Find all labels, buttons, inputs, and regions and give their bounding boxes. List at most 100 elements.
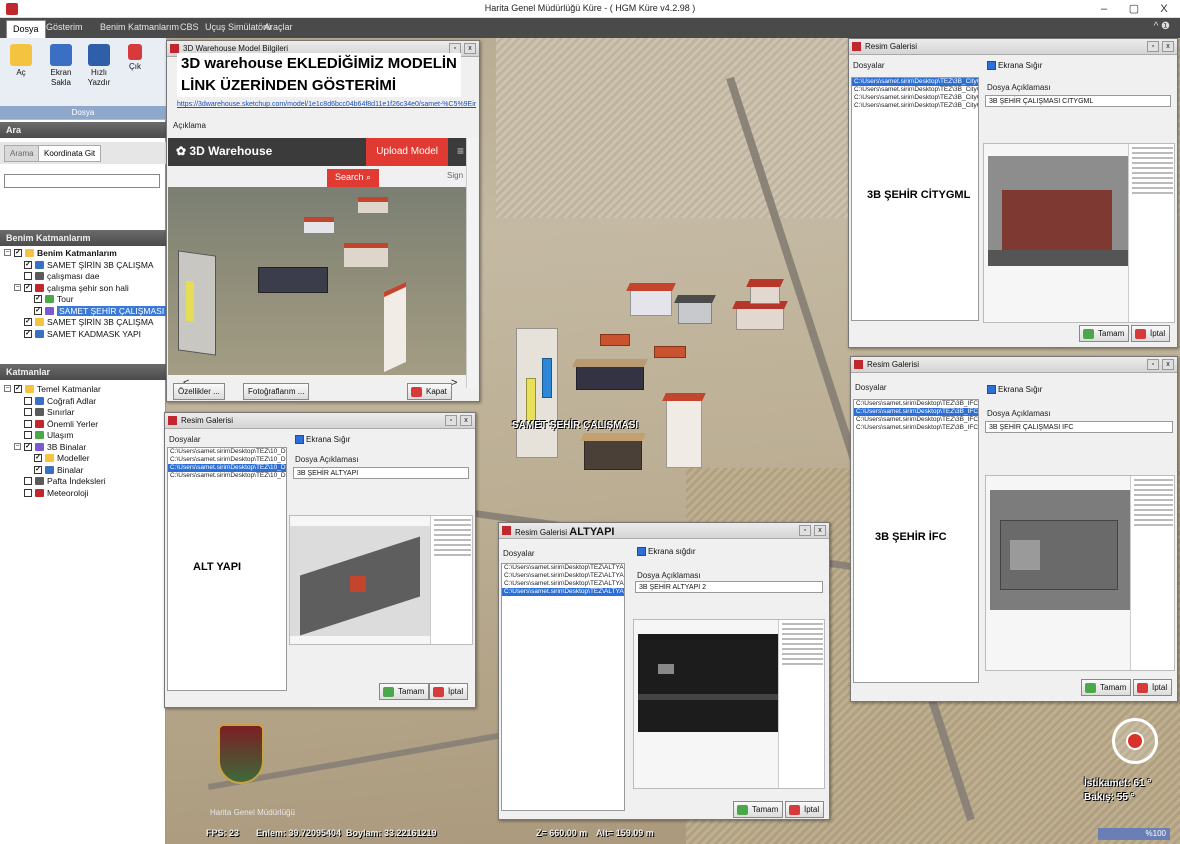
list-item[interactable]: C:\Users\samet.sirin\Desktop\TEZ\ALTYAPI…	[502, 580, 624, 588]
layer-checkbox[interactable]: ✓	[24, 318, 32, 326]
tree-item[interactable]: − ✓ Temel Katmanlar	[0, 384, 166, 396]
list-item[interactable]: C:\Users\samet.sirin\Desktop\TEZ\10_DEM3…	[168, 464, 286, 472]
list-item[interactable]: C:\Users\samet.sirin\Desktop\TEZ\3B_City…	[852, 86, 978, 94]
fit-to-screen-checkbox[interactable]: Ekrana sığdır	[637, 547, 696, 557]
layer-checkbox[interactable]: ✓	[24, 329, 32, 338]
layer-checkbox[interactable]: ✓	[24, 283, 32, 292]
fit-to-screen-checkbox[interactable]: Ekrana Sığır	[295, 435, 350, 445]
upload-model-button[interactable]: Upload Model	[366, 138, 448, 166]
layer-checkbox[interactable]	[24, 272, 32, 280]
tree-item[interactable]: ✓ Binalar	[0, 465, 166, 477]
ok-button[interactable]: Tamam	[1079, 325, 1130, 342]
dialog-close-button[interactable]: x	[460, 415, 472, 426]
layer-checkbox[interactable]: ✓	[24, 260, 32, 269]
layer-checkbox[interactable]	[24, 477, 32, 485]
model-preview[interactable]	[168, 187, 466, 375]
tree-item[interactable]: − ✓ Benim Katmanlarım	[0, 248, 166, 260]
cancel-button[interactable]: İptal	[429, 683, 469, 700]
next-arrow[interactable]: >	[451, 377, 457, 389]
warehouse-search-button[interactable]: Search ⌕	[327, 169, 380, 187]
layer-checkbox[interactable]: ✓	[14, 249, 22, 257]
list-item[interactable]: C:\Users\samet.sirin\Desktop\TEZ\10_DEM_…	[168, 448, 286, 456]
fit-to-screen-checkbox[interactable]: Ekrana Sığır	[987, 61, 1042, 71]
tree-item[interactable]: ✓ SAMET ŞİRİN 3B ÇALIŞMA	[0, 317, 166, 329]
tree-item[interactable]: ✓ Modeller	[0, 453, 166, 465]
dialog-close-button[interactable]: x	[1162, 41, 1174, 52]
tree-item[interactable]: çalışması dae	[0, 271, 166, 283]
layer-checkbox[interactable]: ✓	[34, 454, 42, 462]
list-item[interactable]: C:\Users\samet.sirin\Desktop\TEZ\3B_IFC3…	[854, 416, 978, 424]
description-field[interactable]: 3B ŞEHİR ALTYAPI 2	[635, 581, 823, 593]
tab-koordinata-git[interactable]: Koordinata Git	[38, 145, 102, 162]
tree-item[interactable]: − ✓ çalışma şehir son hali	[0, 283, 166, 295]
list-item[interactable]: C:\Users\samet.sirin\Desktop\TEZ\ALTYAPI…	[502, 588, 624, 596]
expand-toggle-icon[interactable]: −	[14, 442, 21, 450]
dialog-close-button[interactable]: x	[814, 525, 826, 536]
tree-item[interactable]: Sınırlar	[0, 407, 166, 419]
list-item[interactable]: C:\Users\samet.sirin\Desktop\TEZ\3B_IFC4…	[854, 424, 978, 432]
cancel-button[interactable]: İptal	[1133, 679, 1173, 696]
expand-toggle-icon[interactable]: −	[4, 385, 11, 392]
exit-button[interactable]: Çık	[118, 44, 152, 72]
ribbon-collapse-button[interactable]: ^ ❶	[1154, 21, 1170, 32]
tree-item[interactable]: Coğrafi Adlar	[0, 396, 166, 408]
tree-item[interactable]: ✓ SAMET ŞİRİN 3B ÇALIŞMA	[0, 260, 166, 272]
layer-checkbox[interactable]	[24, 488, 32, 497]
file-list[interactable]: C:\Users\samet.sirin\Desktop\TEZ\ALTYAPI…	[501, 563, 625, 811]
menu-benim-katmanlarim[interactable]: Benim Katmanlarım	[100, 22, 179, 32]
tab-arama[interactable]: Arama	[4, 145, 40, 162]
list-item[interactable]: C:\Users\samet.sirin\Desktop\TEZ\3B_City…	[852, 94, 978, 102]
description-field[interactable]: 3B ŞEHİR ÇALIŞMASI CITYGML	[985, 95, 1171, 107]
scrollbar[interactable]	[466, 138, 478, 388]
menu-ucus-simulatoru[interactable]: Uçuş Simülatörü	[205, 22, 271, 32]
layer-checkbox[interactable]: ✓	[34, 295, 42, 303]
tree-item[interactable]: Pafta İndeksleri	[0, 476, 166, 488]
menu-cbs[interactable]: CBS	[180, 22, 199, 32]
list-item[interactable]: C:\Users\samet.sirin\Desktop\TEZ\ALTYAPI…	[502, 564, 624, 572]
layer-checkbox[interactable]: ✓	[24, 442, 32, 451]
list-item[interactable]: C:\Users\samet.sirin\Desktop\TEZ\3B_City…	[852, 78, 978, 86]
quick-print-button[interactable]: Hızlı Yazdır	[82, 44, 116, 88]
layer-checkbox[interactable]: ✓	[14, 385, 22, 393]
ok-button[interactable]: Tamam	[1081, 679, 1132, 696]
photos-button[interactable]: Fotoğraflarım ...	[243, 383, 310, 400]
menu-dosya[interactable]: Dosya	[6, 20, 46, 38]
expand-toggle-icon[interactable]: −	[14, 283, 21, 291]
model-link[interactable]: https://3dwarehouse.sketchup.com/model/1…	[177, 101, 476, 108]
list-item[interactable]: C:\Users\samet.sirin\Desktop\TEZ\3B_City…	[852, 102, 978, 110]
close-button[interactable]: X	[1152, 1, 1176, 17]
search-input[interactable]	[4, 174, 160, 188]
expand-toggle-icon[interactable]: −	[4, 249, 11, 256]
description-field[interactable]: 3B ŞEHİR ÇALIŞMASI IFC	[985, 421, 1173, 433]
tree-item[interactable]: Ulaşım	[0, 430, 166, 442]
list-item[interactable]: C:\Users\samet.sirin\Desktop\TEZ\ALTYAPI…	[502, 572, 624, 580]
list-item[interactable]: C:\Users\samet.sirin\Desktop\TEZ\10_DEM2…	[168, 456, 286, 464]
sign-in-link[interactable]: Sign	[447, 171, 463, 180]
tree-item[interactable]: ✓ SAMET KADMASK YAPI	[0, 329, 166, 341]
dialog-minimize-button[interactable]: ▫	[799, 525, 811, 536]
properties-button[interactable]: Özellikler ...	[173, 383, 225, 400]
layer-checkbox[interactable]	[24, 419, 32, 428]
layer-checkbox[interactable]: ✓	[34, 306, 42, 315]
list-item[interactable]: C:\Users\samet.sirin\Desktop\TEZ\3B_IFC2…	[854, 408, 978, 416]
description-field[interactable]: 3B ŞEHİR ALTYAPI	[293, 467, 469, 479]
dialog-close-button[interactable]: x	[464, 43, 476, 54]
tree-item[interactable]: ✓ Tour	[0, 294, 166, 306]
save-screen-button[interactable]: Ekran Sakla	[44, 44, 78, 88]
dialog-close-button[interactable]: x	[1162, 359, 1174, 370]
tree-item[interactable]: − ✓ 3B Binalar	[0, 442, 166, 454]
layer-checkbox[interactable]: ✓	[34, 465, 42, 474]
list-item[interactable]: C:\Users\samet.sirin\Desktop\TEZ\3B_IFC1…	[854, 400, 978, 408]
dialog-minimize-button[interactable]: ▫	[1147, 359, 1159, 370]
ok-button[interactable]: Tamam	[379, 683, 430, 700]
open-button[interactable]: Aç	[4, 44, 38, 78]
layer-checkbox[interactable]	[24, 396, 32, 405]
dialog-minimize-button[interactable]: ▫	[445, 415, 457, 426]
menu-icon[interactable]: ≡	[457, 144, 464, 158]
layer-checkbox[interactable]	[24, 431, 32, 439]
minimize-button[interactable]: –	[1092, 1, 1116, 17]
layer-checkbox[interactable]	[24, 408, 32, 416]
close-dialog-button[interactable]: Kapat	[407, 383, 452, 400]
menu-gosterim[interactable]: Gösterim	[46, 22, 83, 32]
dialog-minimize-button[interactable]: ▫	[1147, 41, 1159, 52]
